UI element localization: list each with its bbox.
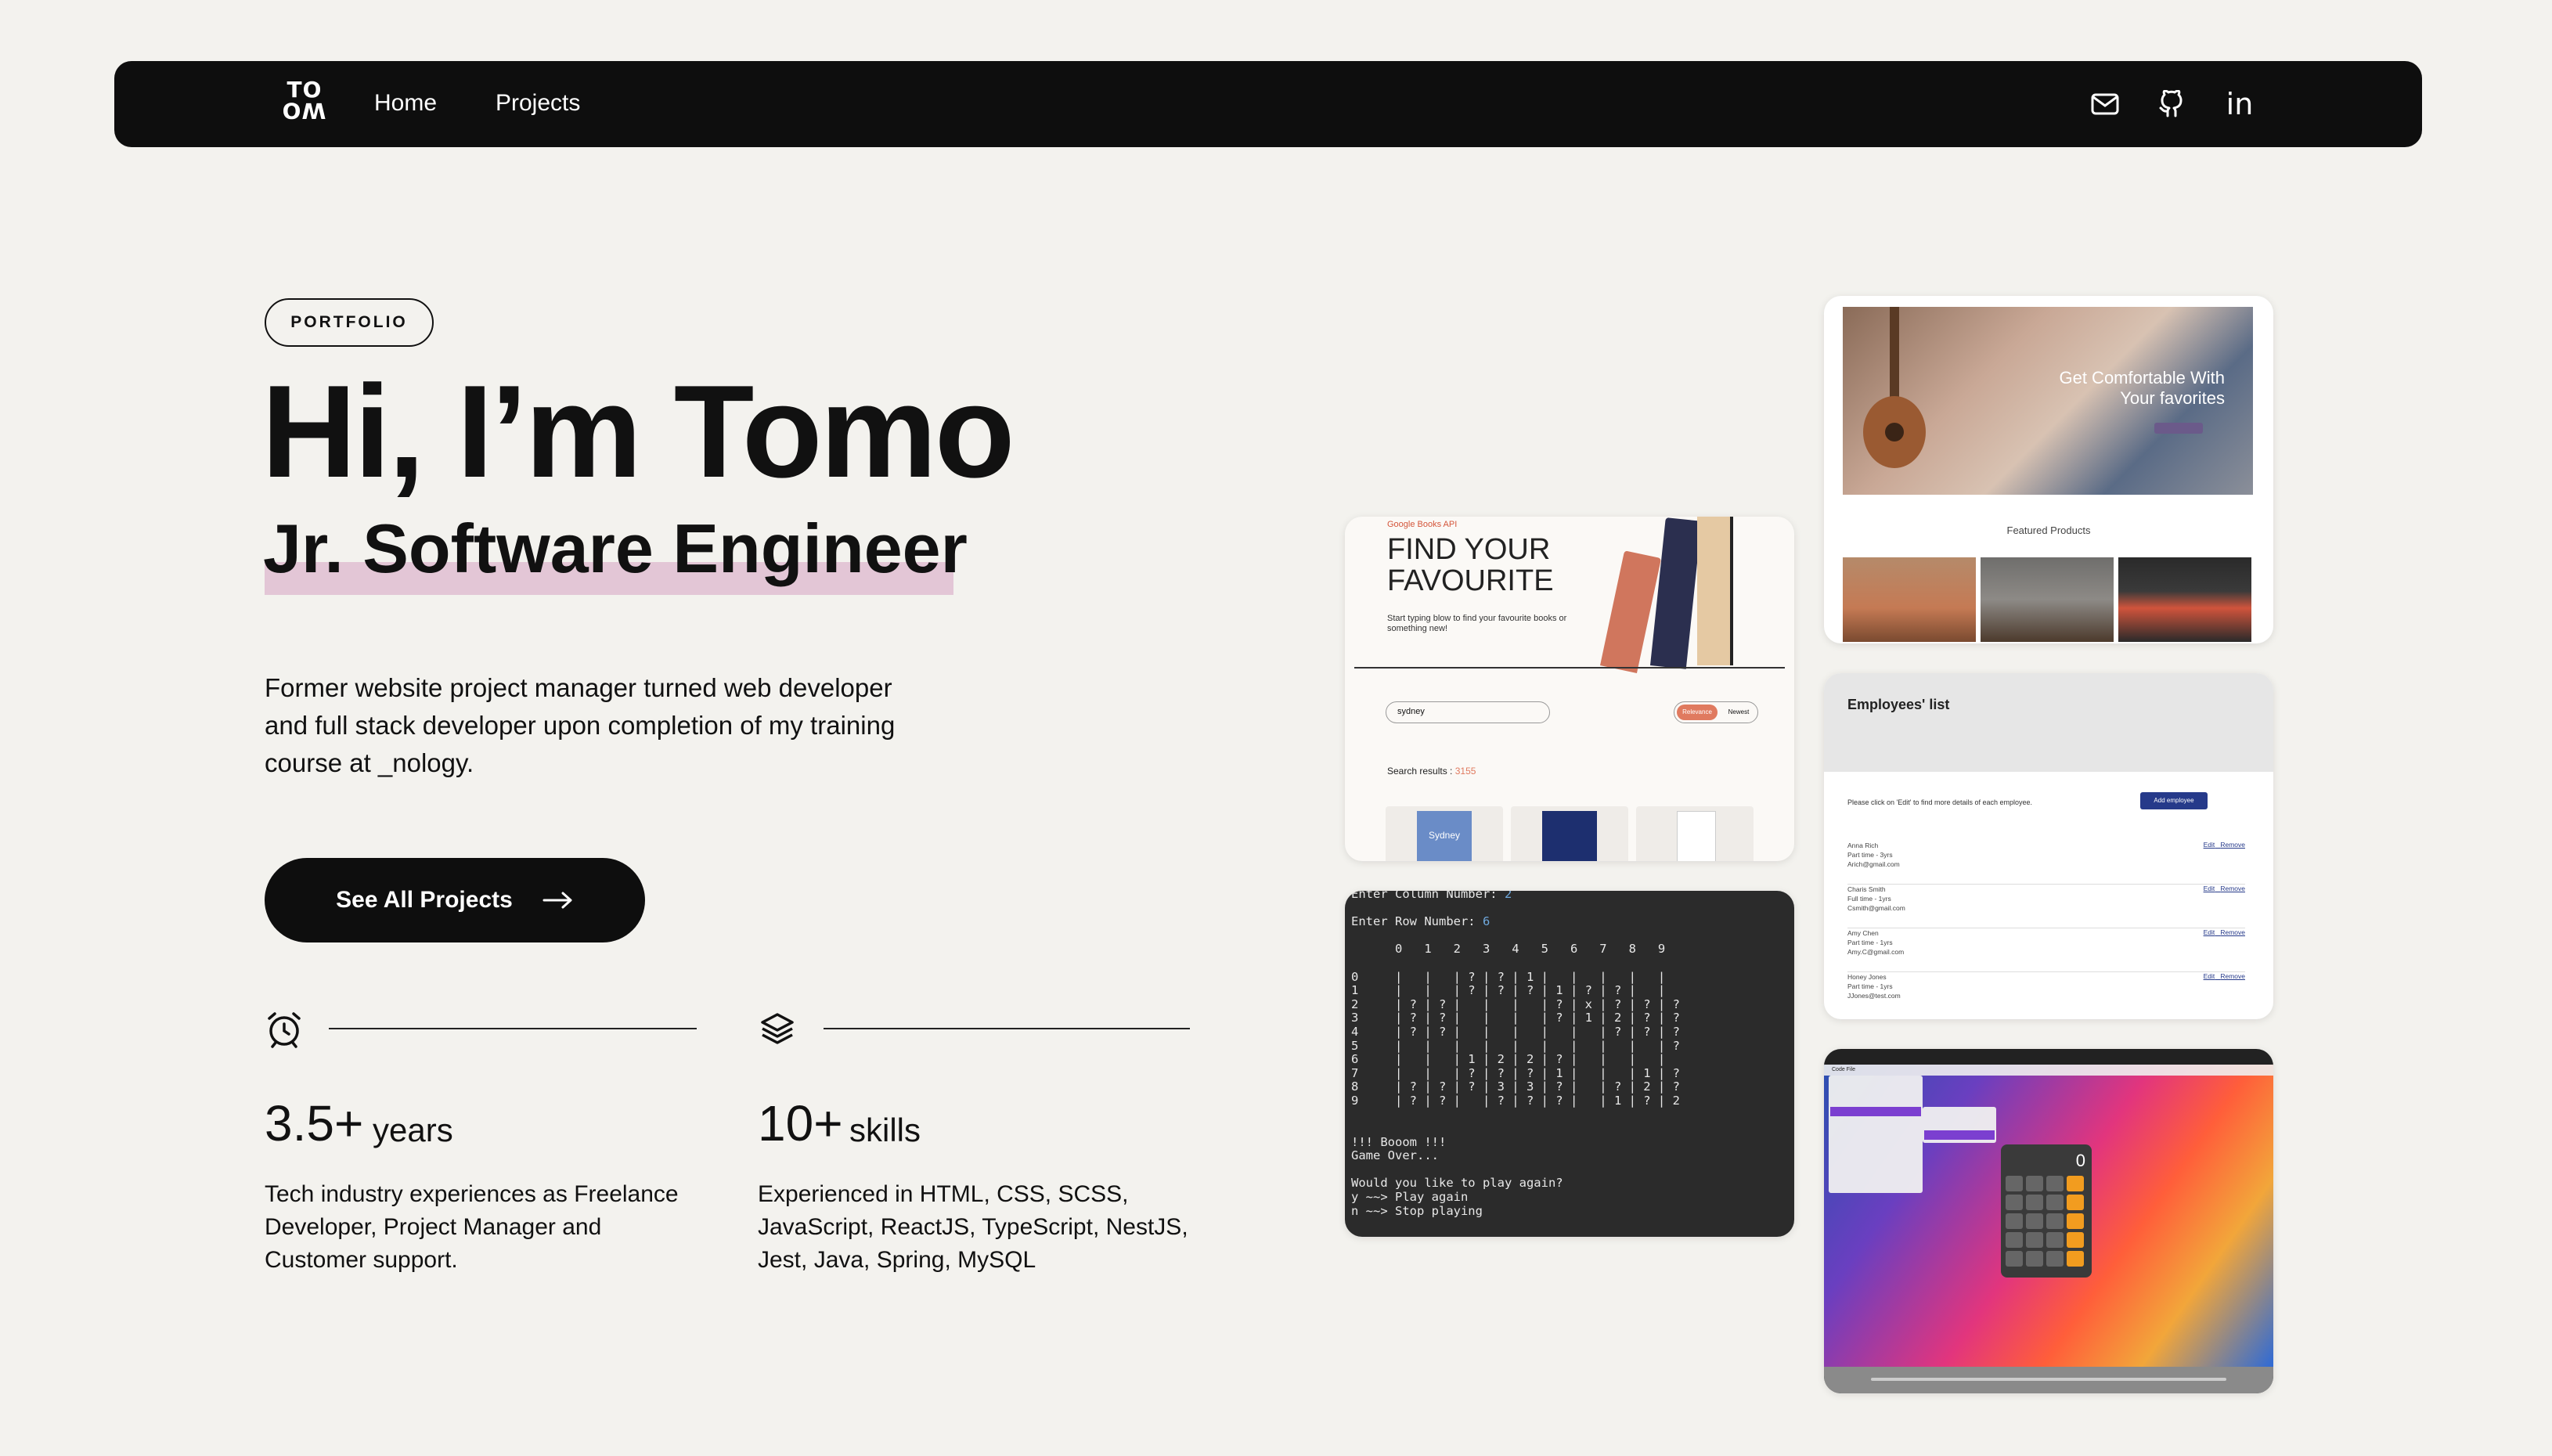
project-card-minesweeper[interactable]: Enter Column Number: 2 Enter Row Number:… (1345, 891, 1794, 1237)
product-thumb[interactable] (2118, 557, 2251, 642)
results-count: 3155 (1454, 766, 1476, 777)
books-heading-line2: FAVOURITE (1387, 564, 1554, 597)
stat-divider (329, 1028, 697, 1029)
employee-actions: Edit Remove (2204, 928, 2245, 936)
employee-info: Anna Rich Part time - 3yrs Arich@gmail.c… (1847, 842, 1900, 868)
terminal-col-prompt: Enter Column Number: (1351, 891, 1505, 901)
book-thumb[interactable] (1636, 806, 1754, 861)
terminal-row-prompt: Enter Row Number: (1351, 914, 1483, 929)
books-divider (1354, 667, 1785, 669)
project-card-employees[interactable]: Employees' list Please click on 'Edit' t… (1824, 673, 2273, 1019)
employee-row: Honey Jones Part time - 1yrs JJones@test… (1847, 972, 2245, 1016)
book-thumb-label: Sydney (1417, 811, 1472, 861)
search-results: Search results : 3155 (1387, 766, 1476, 777)
terminal-output: Enter Column Number: 2 Enter Row Number:… (1351, 891, 1680, 1218)
employee-info: Honey Jones Part time - 1yrs JJones@test… (1847, 973, 1901, 1000)
years-unit: years (373, 1112, 453, 1148)
remove-link[interactable]: Remove (2220, 885, 2245, 892)
menu-highlight (1830, 1107, 1921, 1116)
ukulele-illustration (1863, 307, 1926, 468)
employee-actions: Edit Remove (2204, 885, 2245, 892)
results-label: Search results : (1387, 766, 1453, 777)
skills-value: 10+ (758, 1095, 843, 1151)
arrow-right-icon (542, 892, 572, 909)
employee-actions: Edit Remove (2204, 972, 2245, 980)
books-search-input[interactable]: sydney (1386, 701, 1550, 723)
featured-products-title: Featured Products (2006, 524, 2091, 536)
layers-icon (761, 1013, 794, 1044)
employees-title: Employees' list (1847, 697, 1950, 712)
linkedin-icon[interactable]: in (2220, 85, 2259, 124)
employee-info: Amy Chen Part time - 1yrs Amy.C@gmail.co… (1847, 929, 1905, 956)
edit-link[interactable]: Edit (2204, 841, 2215, 849)
github-icon[interactable] (2152, 85, 2191, 124)
edit-link[interactable]: Edit (2204, 928, 2215, 936)
page-title: Hi, I’m Tomo (261, 358, 1015, 505)
book-thumb[interactable] (1511, 806, 1628, 861)
linkedin-text: in (2226, 87, 2254, 121)
book-results: Sydney (1386, 806, 1754, 861)
submenu-highlight (1924, 1130, 1995, 1140)
shop-hero-image: Get Comfortable With Your favorites (1843, 307, 2253, 495)
site-logo[interactable]: TO OW (280, 79, 329, 128)
years-description: Tech industry experiences as Freelance D… (265, 1181, 679, 1273)
project-card-macos[interactable]: Code File 0 (1824, 1049, 2273, 1393)
project-card-shop[interactable]: Get Comfortable With Your favorites Feat… (1824, 296, 2273, 643)
book-spine (1650, 517, 1702, 669)
project-card-books[interactable]: Google Books API FIND YOUR FAVOURITE Sta… (1345, 517, 1794, 861)
remove-link[interactable]: Remove (2220, 841, 2245, 849)
books-subtext: Start typing blow to find your favourite… (1387, 614, 1567, 633)
sort-newest[interactable]: Newest (1721, 705, 1756, 720)
portfolio-badge: PORTFOLIO (265, 298, 434, 347)
employee-actions: Edit Remove (2204, 841, 2245, 849)
nav-link-projects[interactable]: Projects (496, 90, 580, 117)
mail-icon[interactable] (2085, 85, 2125, 124)
top-navbar: TO OW Home Projects in (114, 61, 2422, 147)
product-thumb[interactable] (1981, 557, 2114, 642)
employee-row: Charis Smith Full time - 1yrs Csmith@gma… (1847, 885, 2245, 928)
remove-link[interactable]: Remove (2220, 972, 2245, 980)
employees-hint: Please click on 'Edit' to find more deta… (1847, 798, 2033, 806)
api-label: Google Books API (1387, 520, 1458, 529)
role-subtitle: Jr. Software Engineer (263, 510, 968, 587)
terminal-col-value: 2 (1504, 891, 1512, 901)
sort-toggle[interactable]: Relevance Newest (1674, 701, 1758, 723)
product-thumb[interactable] (1843, 557, 1976, 642)
calc-display: 0 (2075, 1151, 2085, 1170)
edit-link[interactable]: Edit (2204, 885, 2215, 892)
apple-menu (1829, 1076, 1923, 1193)
stat-divider (824, 1028, 1190, 1029)
book-thumb[interactable]: Sydney (1386, 806, 1503, 861)
remove-link[interactable]: Remove (2220, 928, 2245, 936)
nav-link-home[interactable]: Home (374, 90, 437, 117)
employees-header (1824, 673, 2273, 772)
sort-relevance[interactable]: Relevance (1677, 705, 1718, 720)
terminal-board: 0 1 2 3 4 5 6 7 8 9 0 | | | ? | ? | 1 | … (1351, 942, 1680, 1218)
macos-dock (1824, 1367, 2273, 1393)
add-employee-button[interactable]: Add employee (2140, 792, 2208, 809)
apple-submenu (1923, 1107, 1996, 1143)
skills-description: Experienced in HTML, CSS, SCSS, JavaScri… (758, 1181, 1188, 1273)
logo-bottom: OW (282, 98, 327, 124)
calculator-window: 0 (2001, 1144, 2092, 1278)
see-all-projects-button[interactable]: See All Projects (265, 858, 645, 942)
calc-keys (2006, 1176, 2084, 1267)
alarm-clock-icon (268, 1012, 301, 1048)
shop-hero-button[interactable] (2154, 423, 2203, 434)
employee-row: Amy Chen Part time - 1yrs Amy.C@gmail.co… (1847, 928, 2245, 972)
book-spine (1697, 517, 1733, 665)
edit-link[interactable]: Edit (2204, 972, 2215, 980)
terminal-row-value: 6 (1482, 914, 1490, 929)
books-heading: FIND YOUR FAVOURITE (1387, 534, 1554, 596)
featured-products (1843, 557, 2251, 642)
skills-unit: skills (849, 1112, 921, 1148)
books-heading-line1: FIND YOUR (1387, 533, 1551, 566)
cta-label: See All Projects (336, 887, 513, 913)
macos-menubar: Code File (1824, 1065, 2273, 1076)
employee-row: Anna Rich Part time - 3yrs Arich@gmail.c… (1847, 841, 2245, 885)
years-value: 3.5+ (265, 1095, 364, 1151)
intro-text: Former website project manager turned we… (265, 673, 896, 777)
shop-hero-text: Get Comfortable With Your favorites (2059, 368, 2225, 408)
employee-info: Charis Smith Full time - 1yrs Csmith@gma… (1847, 885, 1905, 912)
